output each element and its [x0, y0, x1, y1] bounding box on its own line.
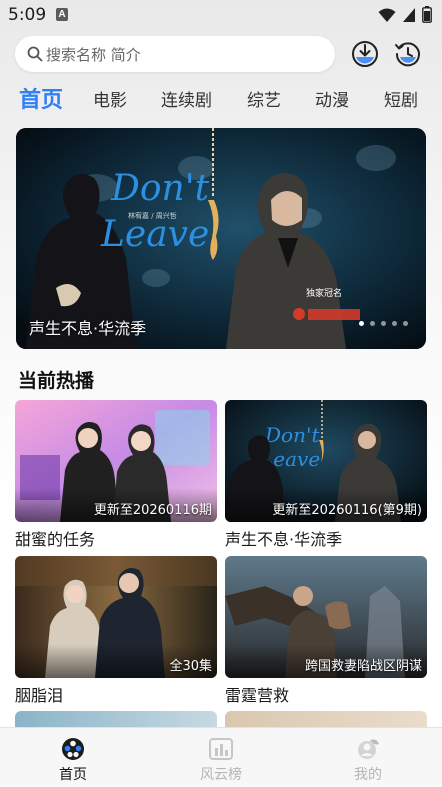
signal-icon [403, 7, 415, 22]
episode-badge: 跨国救妻陷战区阴谋 [304, 659, 422, 674]
section-title: 当前热播 [18, 370, 95, 392]
card-title[interactable]: 胭脂泪 [15, 682, 217, 706]
card-title[interactable]: 声生不息·华流季 [225, 526, 427, 550]
tab-home[interactable]: 首页 [19, 82, 63, 114]
wifi-icon [378, 8, 396, 22]
tab-movie[interactable]: 电影 [93, 86, 127, 111]
banner-title: 声生不息·华流季 [29, 319, 147, 338]
svg-text:Leave: Leave [100, 214, 209, 255]
nav-label: 首页 [59, 767, 87, 783]
banner-sponsor-tag: 独家冠名 [306, 287, 342, 299]
tab-short-drama[interactable]: 短剧 [384, 86, 418, 111]
download-icon[interactable] [351, 40, 379, 68]
poster-image[interactable]: 跨国救妻陷战区阴谋 [225, 556, 427, 678]
banner-art-subtitle: 林宥嘉 / 周兴哲 [128, 211, 177, 220]
nav-ranking[interactable]: 风云榜 [181, 736, 261, 784]
banner-pagination [359, 321, 408, 326]
status-bar: 5:09 A [0, 0, 442, 30]
show-card[interactable]: 跨国救妻陷战区阴谋 雷霆营救 [225, 556, 427, 706]
poster-image[interactable]: Don't Leave 更新至20260116(第9期) [225, 400, 427, 522]
poster-image[interactable]: 更新至20260116期 [15, 400, 217, 522]
episode-badge: 全30集 [169, 659, 212, 674]
nav-profile[interactable]: 我的 [328, 736, 408, 784]
notification-icon: A [56, 8, 68, 21]
show-card[interactable]: 全30集 胭脂泪 [15, 556, 217, 706]
featured-banner[interactable]: Don't Leave 林宥嘉 / 周兴哲 独家冠名 声生不息·华流季 [16, 128, 426, 349]
chart-icon [209, 738, 233, 760]
tab-anime[interactable]: 动漫 [315, 86, 349, 111]
nav-label: 风云榜 [200, 767, 242, 783]
card-title[interactable]: 甜蜜的任务 [15, 526, 217, 550]
battery-icon [422, 6, 432, 23]
film-reel-icon [62, 738, 84, 760]
show-card[interactable]: 更新至20260116期 甜蜜的任务 [15, 400, 217, 550]
nav-home[interactable]: 首页 [33, 736, 113, 784]
search-bar[interactable]: 搜索名称 简介 [15, 36, 335, 72]
show-card[interactable]: Don't Leave 更新至20260116(第9期) 声生不息·华流季 [225, 400, 427, 550]
nav-label: 我的 [354, 767, 382, 783]
status-icons [378, 6, 432, 23]
card-title[interactable]: 雷霆营救 [225, 682, 427, 706]
pagination-dot[interactable] [403, 321, 408, 326]
episode-badge: 更新至20260116(第9期) [272, 503, 422, 518]
pagination-dot[interactable] [381, 321, 386, 326]
tab-variety[interactable]: 综艺 [247, 86, 281, 111]
pagination-dot[interactable] [370, 321, 375, 326]
pagination-dot[interactable] [392, 321, 397, 326]
poster-image[interactable]: 全30集 [15, 556, 217, 678]
history-icon[interactable] [394, 40, 422, 68]
banner-art-text: Don't [110, 168, 210, 209]
tab-series[interactable]: 连续剧 [161, 86, 212, 111]
search-input[interactable]: 搜索名称 简介 [46, 44, 141, 65]
bottom-navigation: 首页 风云榜 我的 [0, 727, 442, 787]
episode-badge: 更新至20260116期 [93, 503, 212, 518]
profile-icon [358, 739, 379, 759]
svg-text:Don't: Don't [264, 423, 320, 447]
status-time: 5:09 [8, 5, 47, 25]
category-tabs: 首页 电影 连续剧 综艺 动漫 短剧 [0, 80, 442, 116]
search-icon [27, 46, 43, 62]
pagination-dot[interactable] [359, 321, 364, 326]
